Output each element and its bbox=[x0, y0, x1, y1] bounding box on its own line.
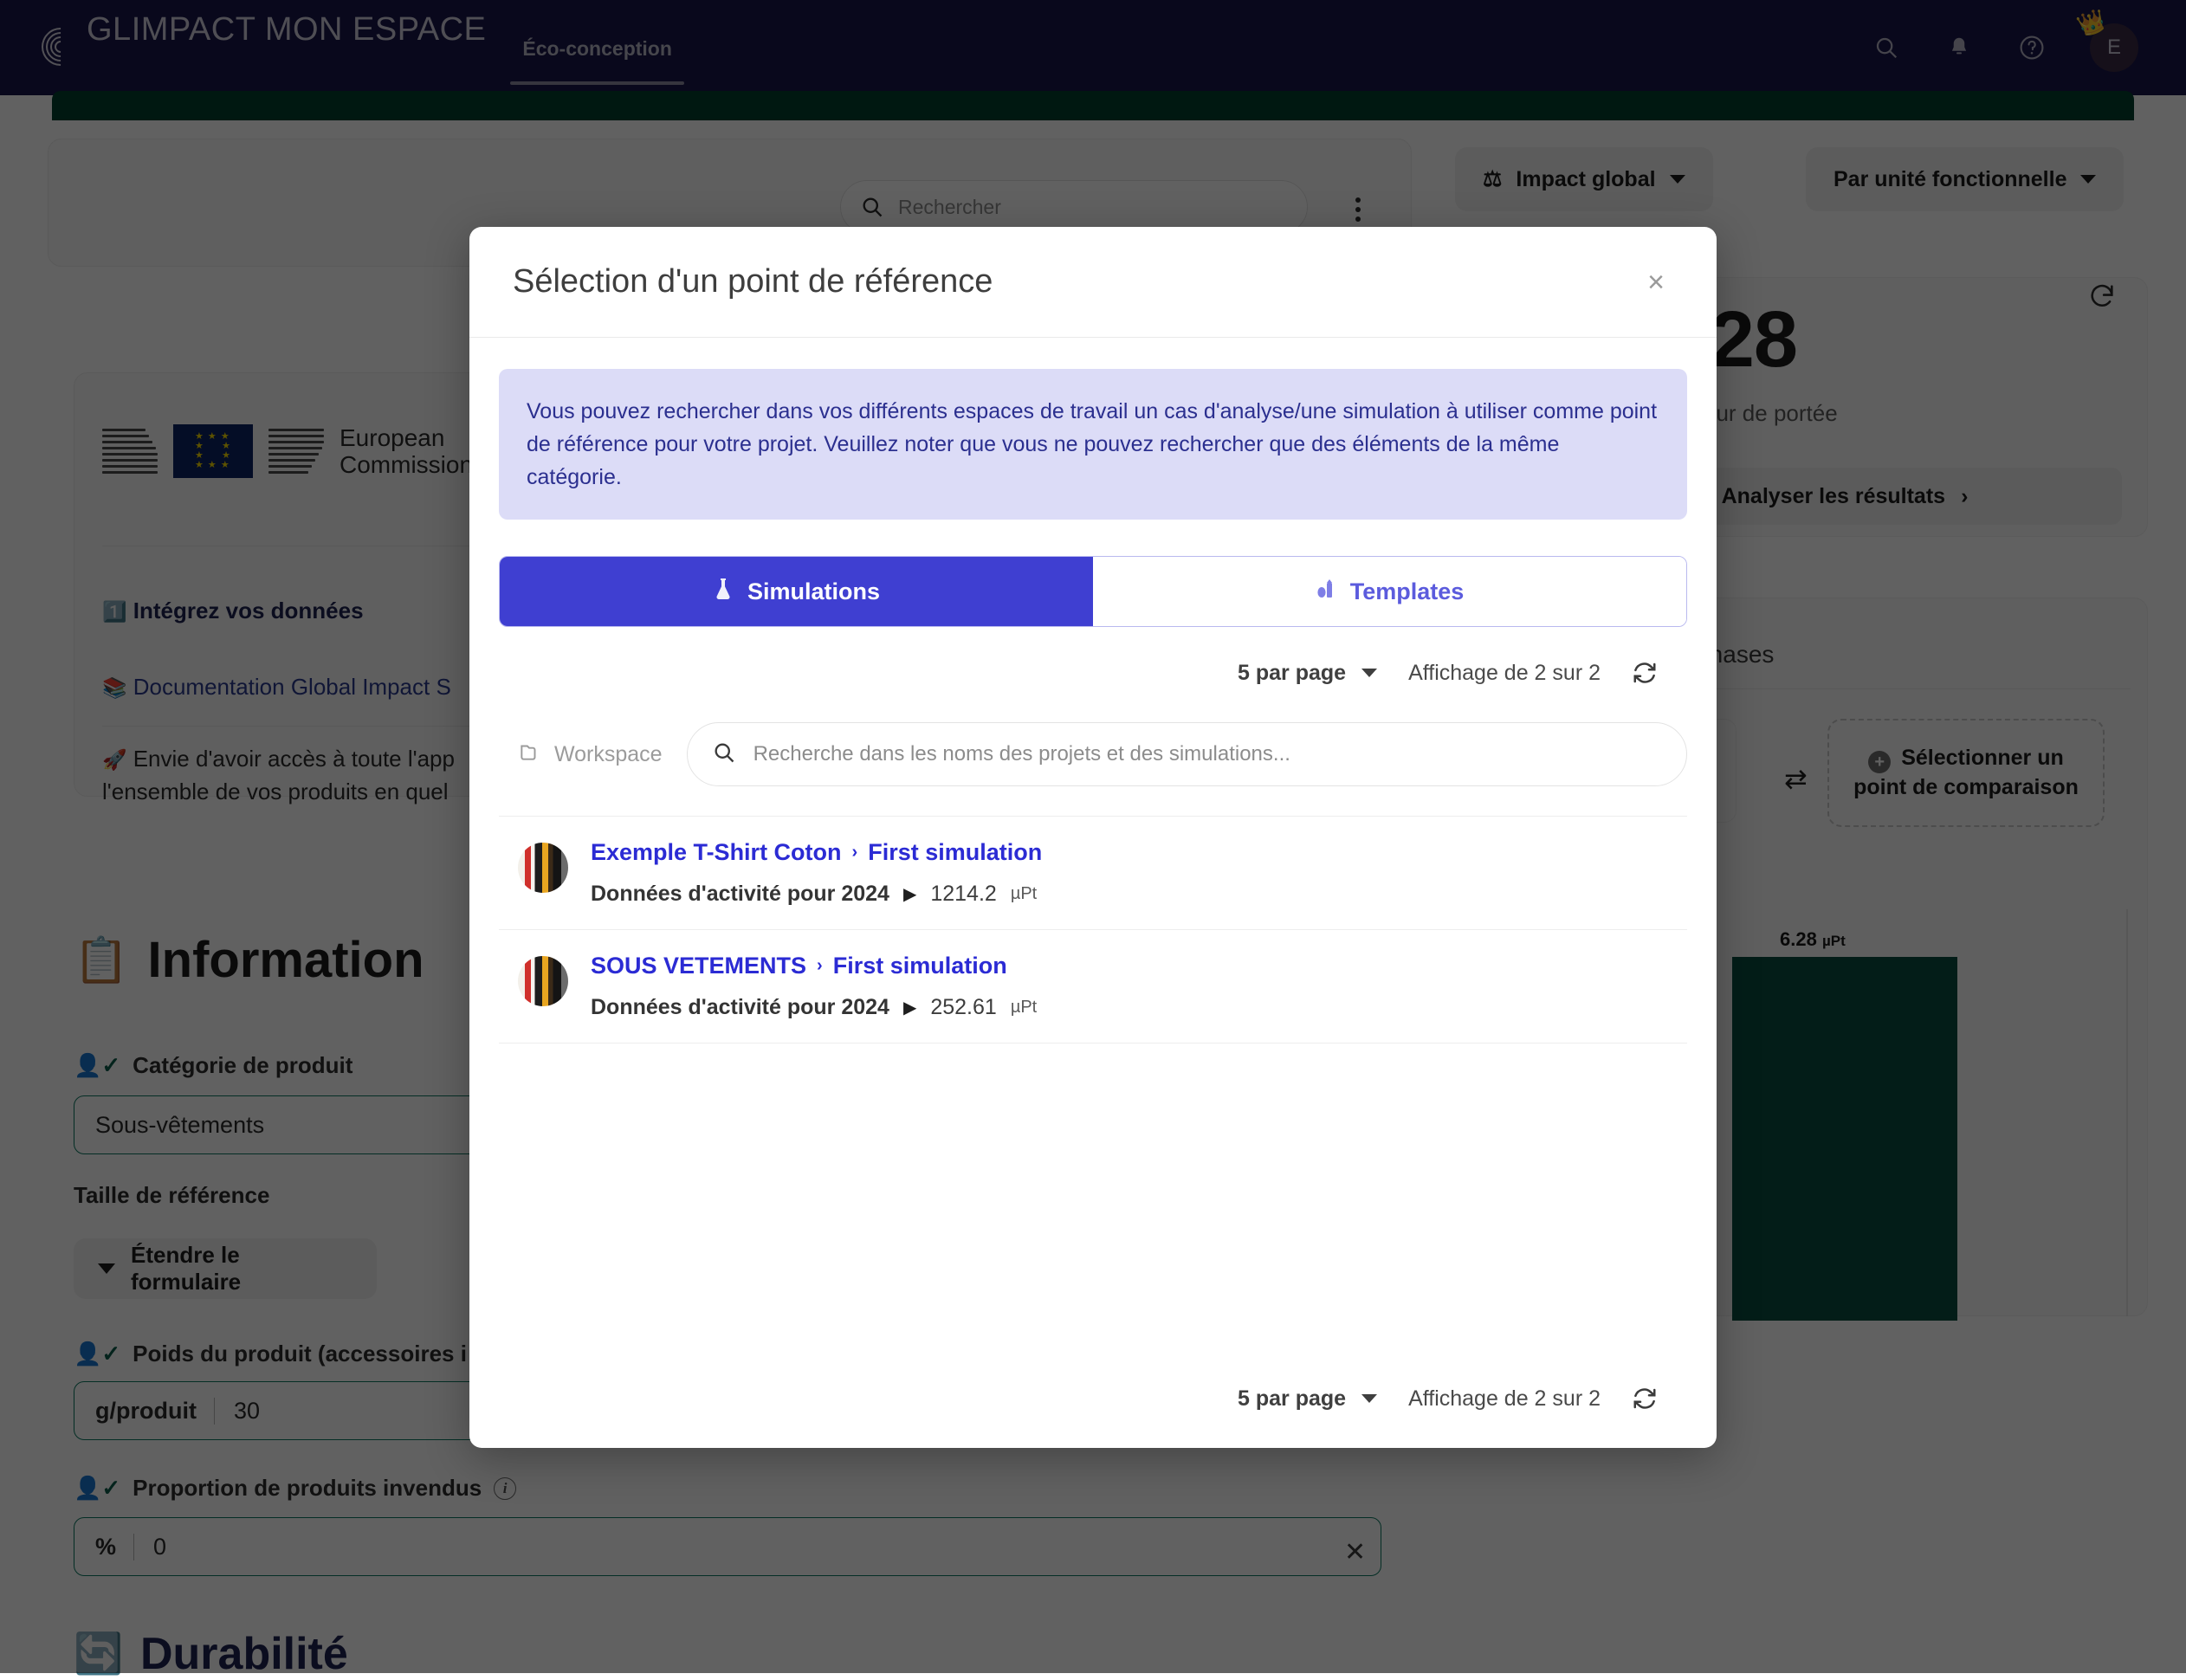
tab-simulations[interactable]: Simulations bbox=[500, 557, 1093, 626]
folder-icon bbox=[518, 740, 540, 769]
simulation-search-input[interactable]: Recherche dans les noms des projets et d… bbox=[687, 722, 1687, 786]
impact-value: 1214.2 bbox=[930, 882, 996, 907]
simulation-search-placeholder: Recherche dans les noms des projets et d… bbox=[753, 742, 1290, 766]
project-name: Exemple T-Shirt Coton bbox=[591, 839, 842, 866]
workspace-filter[interactable]: Workspace bbox=[518, 740, 663, 769]
refresh-icon[interactable] bbox=[1632, 1386, 1658, 1412]
separator-icon: › bbox=[852, 843, 858, 863]
impact-unit: µPt bbox=[1011, 998, 1037, 1018]
per-page-label: 5 par page bbox=[1238, 1386, 1346, 1412]
separator-icon: › bbox=[817, 956, 823, 976]
list-item-content: Exemple T-Shirt Coton › First simulation… bbox=[591, 839, 1042, 907]
reference-point-modal: Sélection d'un point de référence × Vous… bbox=[469, 227, 1717, 1448]
tab-simulations-label: Simulations bbox=[747, 578, 880, 605]
list-item-title: Exemple T-Shirt Coton › First simulation bbox=[591, 839, 1042, 866]
impact-unit: µPt bbox=[1011, 884, 1037, 904]
list-item-meta: Données d'activité pour 2024 ▶ 252.61 µP… bbox=[591, 995, 1037, 1020]
arrow-right-icon: ▶ bbox=[903, 997, 916, 1018]
clothes-thumbnail bbox=[518, 956, 568, 1006]
modal-body: Vous pouvez rechercher dans vos différen… bbox=[469, 338, 1717, 1448]
clothes-thumbnail bbox=[518, 843, 568, 893]
impact-value: 252.61 bbox=[930, 995, 996, 1020]
list-item-meta: Données d'activité pour 2024 ▶ 1214.2 µP… bbox=[591, 882, 1042, 907]
info-alert: Vous pouvez rechercher dans vos différen… bbox=[499, 369, 1687, 520]
activity-data-label: Données d'activité pour 2024 bbox=[591, 995, 889, 1020]
arrow-right-icon: ▶ bbox=[903, 883, 916, 905]
refresh-icon[interactable] bbox=[1632, 660, 1658, 686]
per-page-dropdown[interactable]: 5 par page bbox=[1238, 661, 1377, 686]
pager-top: 5 par page Affichage de 2 sur 2 bbox=[499, 627, 1687, 712]
search-icon bbox=[712, 740, 736, 769]
chevron-down-icon bbox=[1361, 1394, 1377, 1403]
activity-data-label: Données d'activité pour 2024 bbox=[591, 882, 889, 907]
tab-templates-label: Templates bbox=[1350, 578, 1465, 605]
per-page-label: 5 par page bbox=[1238, 661, 1346, 686]
results-count: Affichage de 2 sur 2 bbox=[1408, 1386, 1601, 1412]
list-item[interactable]: Exemple T-Shirt Coton › First simulation… bbox=[499, 816, 1687, 930]
source-tabs: Simulations Templates bbox=[499, 556, 1687, 627]
pager-bottom: 5 par page Affichage de 2 sur 2 bbox=[499, 1360, 1687, 1448]
results-list: Exemple T-Shirt Coton › First simulation… bbox=[499, 816, 1687, 1044]
simulation-name: First simulation bbox=[833, 953, 1007, 979]
chevron-down-icon bbox=[1361, 669, 1377, 677]
flask-icon bbox=[713, 577, 734, 607]
workspace-label: Workspace bbox=[554, 742, 663, 767]
results-count: Affichage de 2 sur 2 bbox=[1408, 661, 1601, 686]
list-item-title: SOUS VETEMENTS › First simulation bbox=[591, 953, 1037, 979]
workspace-search-row: Workspace Recherche dans les noms des pr… bbox=[499, 712, 1687, 786]
simulation-name: First simulation bbox=[868, 839, 1042, 866]
tab-templates[interactable]: Templates bbox=[1093, 557, 1686, 626]
modal-header: Sélection d'un point de référence × bbox=[469, 227, 1717, 338]
list-item-content: SOUS VETEMENTS › First simulation Donnée… bbox=[591, 953, 1037, 1020]
per-page-dropdown[interactable]: 5 par page bbox=[1238, 1386, 1377, 1412]
palette-icon bbox=[1316, 578, 1336, 606]
close-icon[interactable]: × bbox=[1639, 262, 1673, 302]
modal-title: Sélection d'un point de référence bbox=[513, 263, 993, 300]
list-item[interactable]: SOUS VETEMENTS › First simulation Donnée… bbox=[499, 930, 1687, 1044]
project-name: SOUS VETEMENTS bbox=[591, 953, 806, 979]
